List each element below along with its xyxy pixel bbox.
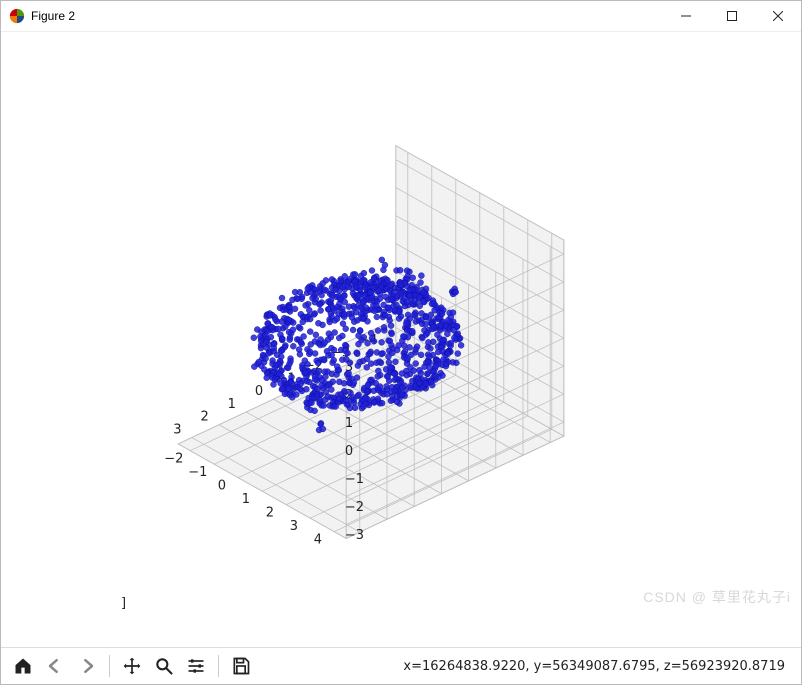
svg-text:1: 1 (345, 416, 353, 431)
plot-canvas[interactable]: −4−3−2−10123−2−101234−3−2−10123 ] CSDN @… (1, 32, 801, 647)
forward-button[interactable] (73, 652, 101, 680)
minimize-button[interactable] (663, 1, 709, 31)
svg-text:0: 0 (218, 478, 226, 493)
move-icon (122, 656, 142, 676)
svg-text:−1: −1 (188, 465, 207, 480)
svg-text:3: 3 (290, 519, 298, 534)
svg-text:−1: −1 (345, 472, 364, 487)
svg-text:3: 3 (173, 422, 181, 437)
save-button[interactable] (227, 652, 255, 680)
back-arrow-icon (45, 656, 65, 676)
svg-text:4: 4 (314, 532, 322, 547)
svg-text:1: 1 (228, 397, 236, 412)
svg-text:−2: −2 (164, 451, 183, 466)
svg-text:2: 2 (266, 505, 274, 520)
zoom-icon (154, 656, 174, 676)
axes-3d[interactable]: −4−3−2−10123−2−101234−3−2−10123 (121, 92, 681, 592)
svg-text:−3: −3 (345, 528, 364, 543)
window-title: Figure 2 (31, 9, 663, 23)
nav-toolbar: x=16264838.9220, y=56349087.6795, z=5692… (1, 647, 801, 684)
toolbar-separator (109, 655, 110, 677)
pan-button[interactable] (118, 652, 146, 680)
home-button[interactable] (9, 652, 37, 680)
status-coordinates: x=16264838.9220, y=56349087.6795, z=5692… (403, 659, 793, 674)
sliders-icon (186, 656, 206, 676)
save-icon (231, 656, 251, 676)
home-icon (13, 656, 33, 676)
svg-text:0: 0 (345, 444, 353, 459)
app-icon (9, 8, 25, 24)
zoom-button[interactable] (150, 652, 178, 680)
svg-text:2: 2 (200, 410, 208, 425)
forward-arrow-icon (77, 656, 97, 676)
svg-text:0: 0 (255, 384, 263, 399)
close-button[interactable] (755, 1, 801, 31)
maximize-button[interactable] (709, 1, 755, 31)
clipped-text: ] (121, 596, 126, 611)
figure-window: Figure 2 −4−3−2−10123−2−101234−3−2−10123… (0, 0, 802, 685)
titlebar: Figure 2 (1, 1, 801, 32)
svg-text:1: 1 (242, 492, 250, 507)
configure-subplots-button[interactable] (182, 652, 210, 680)
svg-text:−2: −2 (345, 500, 364, 515)
back-button[interactable] (41, 652, 69, 680)
toolbar-separator (218, 655, 219, 677)
